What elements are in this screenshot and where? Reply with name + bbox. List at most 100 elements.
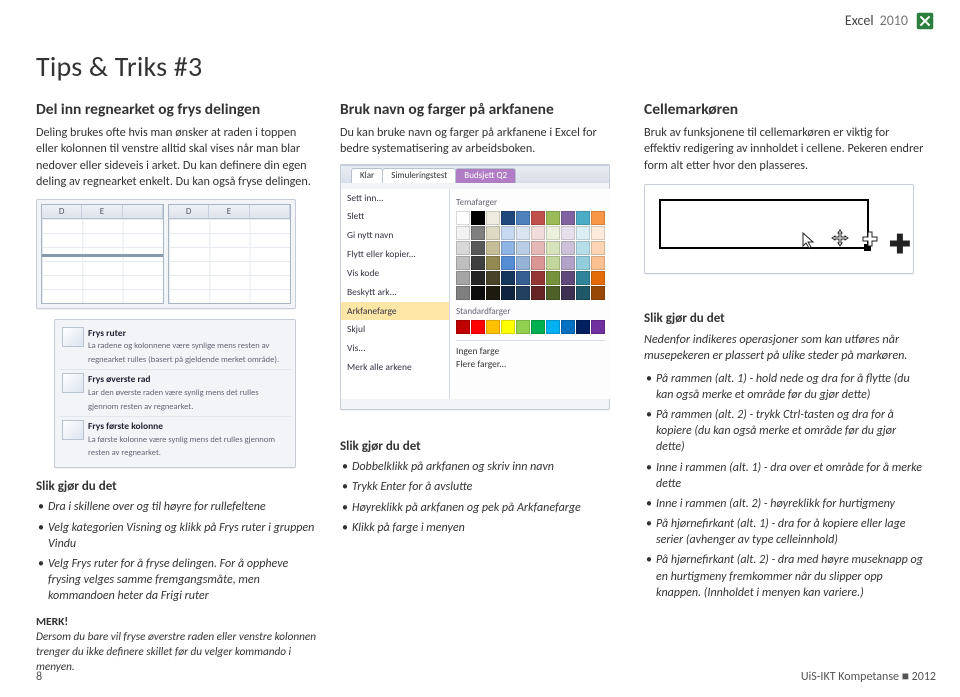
color-swatch — [456, 320, 470, 334]
freeze-menu-item: Frys ruterLa radene og kolonnene være sy… — [59, 324, 291, 371]
color-swatch — [516, 211, 530, 225]
color-swatch — [471, 211, 485, 225]
color-swatch — [561, 286, 575, 300]
color-swatch — [456, 211, 470, 225]
color-swatch — [501, 226, 515, 240]
color-swatch — [561, 256, 575, 270]
list-item: Høyreklikk på arkfanen og pek på Arkfane… — [342, 500, 620, 516]
color-swatch — [576, 211, 590, 225]
color-swatch — [486, 211, 500, 225]
list-item: Dra i skillene over og til høyre for rul… — [38, 499, 316, 515]
color-swatch — [486, 226, 500, 240]
context-menu-item: Arkfanefarge — [341, 302, 449, 321]
freeze-menu-item: Frys første kolonneLa første kolonne vær… — [59, 417, 291, 463]
note-label: MERK! — [36, 615, 316, 631]
sheet-tab: Simuleringstest — [382, 168, 456, 183]
color-swatch — [546, 271, 560, 285]
intro-split: Deling brukes ofte hvis man ønsker at ra… — [36, 125, 316, 191]
menu-item-more-colors: Flere farger... — [456, 358, 605, 371]
color-swatch — [576, 286, 590, 300]
list-item: Inne i rammen (alt. 1) - dra over et omr… — [646, 460, 924, 492]
page-title: Tips & Triks #3 — [36, 48, 924, 86]
app-name: Excel — [845, 12, 874, 31]
color-swatch — [456, 271, 470, 285]
color-swatch — [591, 211, 605, 225]
context-menu-item: Skjul — [341, 320, 449, 339]
color-swatch — [591, 241, 605, 255]
color-swatch — [456, 241, 470, 255]
color-swatch — [471, 271, 485, 285]
color-swatch — [516, 241, 530, 255]
color-swatch — [531, 256, 545, 270]
screenshot-freeze-menu: Frys ruterLa radene og kolonnene være sy… — [54, 319, 296, 468]
list-item: Inne i rammen (alt. 2) - høyreklikk for … — [646, 496, 924, 512]
list-item: Dobbelklikk på arkfanen og skriv inn nav… — [342, 459, 620, 475]
freeze-menu-item: Frys øverste radLar den øverste raden væ… — [59, 370, 291, 417]
color-swatch — [471, 226, 485, 240]
color-swatch — [591, 226, 605, 240]
howto-intro: Nedenfor indikeres operasjoner som kan u… — [644, 332, 924, 365]
list-item: På rammen (alt. 2) - trykk Ctrl-tasten o… — [646, 407, 924, 456]
col-header: D — [169, 205, 209, 218]
list-item: Velg kategorien Visning og klikk på Frys… — [38, 520, 316, 552]
sheet-tab: Klar — [351, 168, 383, 183]
color-swatch — [561, 320, 575, 334]
color-swatch — [546, 241, 560, 255]
color-swatch — [456, 226, 470, 240]
list-item: Trykk Enter for å avslutte — [342, 479, 620, 495]
context-menu-item: Merk alle arkene — [341, 358, 449, 377]
list-item: Klikk på farge i menyen — [342, 520, 620, 536]
context-menu-item: Beskytt ark... — [341, 283, 449, 302]
column-tab-colors: Bruk navn og farger på arkfanene Du kan … — [340, 100, 620, 676]
context-menu-item: Flytt eller kopier... — [341, 245, 449, 264]
color-swatch — [531, 286, 545, 300]
page-footer: 8 UiS-IKT Kompetanse ■ 2012 — [36, 669, 936, 685]
footer-credit: UiS-IKT Kompetanse ■ 2012 — [801, 669, 936, 685]
color-swatch — [546, 226, 560, 240]
color-swatch — [531, 226, 545, 240]
list-item: På hjørnefirkant (alt. 2) - dra med høyr… — [646, 552, 924, 601]
color-swatch — [501, 241, 515, 255]
sheet-tab: Budsjett Q2 — [455, 168, 516, 183]
heading-split: Del inn regnearket og frys delingen — [36, 100, 316, 121]
context-menu-item: Sett inn... — [341, 189, 449, 208]
color-swatch — [531, 271, 545, 285]
color-swatch — [516, 286, 530, 300]
howto-heading: Slik gjør du det — [36, 478, 316, 496]
color-swatch — [501, 211, 515, 225]
color-swatch — [486, 320, 500, 334]
color-swatch — [531, 241, 545, 255]
howto-heading: Slik gjør du det — [644, 310, 924, 328]
color-swatch — [486, 286, 500, 300]
color-swatch — [471, 241, 485, 255]
color-swatch — [456, 286, 470, 300]
color-swatch — [591, 286, 605, 300]
screenshot-cell-cursors: ✚ — [644, 184, 914, 274]
screenshot-split-panes: DE DE — [36, 199, 296, 309]
color-swatch — [546, 211, 560, 225]
color-swatch — [456, 256, 470, 270]
color-swatch — [471, 320, 485, 334]
color-swatch — [531, 320, 545, 334]
color-swatch — [531, 211, 545, 225]
list-item: På rammen (alt. 1) - hold nede og dra fo… — [646, 371, 924, 403]
color-swatch — [561, 271, 575, 285]
color-swatch — [501, 320, 515, 334]
color-swatch — [576, 241, 590, 255]
color-swatch — [561, 226, 575, 240]
intro-tabs: Du kan bruke navn og farger på arkfanene… — [340, 125, 620, 158]
context-menu-item: Vis kode — [341, 264, 449, 283]
column-cell-cursor: Cellemarkøren Bruk av funksjonene til ce… — [644, 100, 924, 676]
color-swatch — [591, 256, 605, 270]
color-swatch — [576, 256, 590, 270]
context-menu-item: Slett — [341, 207, 449, 226]
color-swatch — [576, 320, 590, 334]
color-swatch — [561, 211, 575, 225]
excel-icon — [914, 10, 936, 32]
swatch-group-title: Temafarger — [456, 197, 605, 209]
heading-tabs: Bruk navn og farger på arkfanene — [340, 100, 620, 121]
color-swatch — [591, 271, 605, 285]
col-header: E — [82, 205, 122, 218]
color-swatch — [486, 271, 500, 285]
context-menu-item: Vis... — [341, 339, 449, 358]
